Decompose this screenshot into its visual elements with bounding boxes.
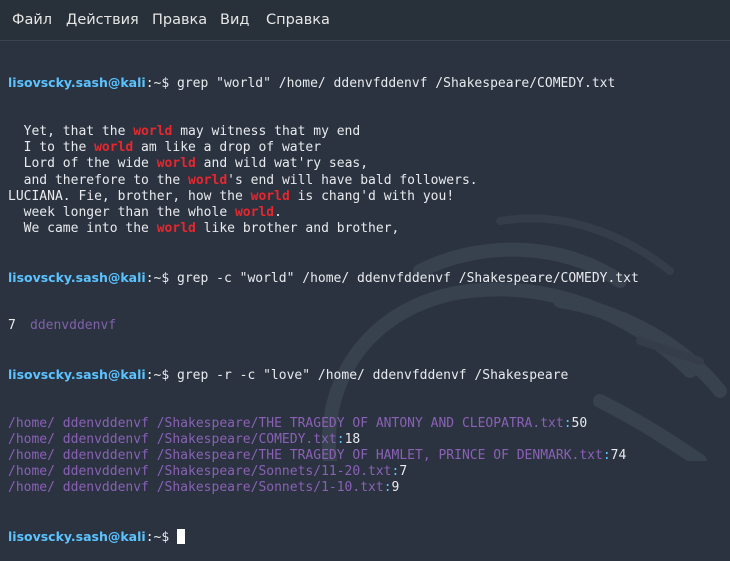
match-highlight: world: [250, 188, 290, 204]
file-count-line: /home/ ddenvddenvf /Shakespeare/Sonnets/…: [8, 464, 724, 480]
grep-output-line: LUCIANA. Fie, brother, how the world is …: [8, 189, 724, 205]
menu-view[interactable]: Вид: [220, 12, 249, 28]
separator-colon: :: [563, 415, 572, 431]
file-count-line: /home/ ddenvddenvf /Shakespeare/THE TRAG…: [8, 448, 724, 464]
file-path: /home/ ddenvddenvf /Shakespeare/THE TRAG…: [8, 415, 564, 431]
separator-colon: :: [391, 464, 400, 480]
match-highlight: world: [156, 156, 196, 172]
grep-output: Yet, that the world may witness that my …: [8, 124, 724, 237]
file-path: /home/ ddenvddenvf /Shakespeare/Sonnets/…: [8, 464, 392, 480]
line-text-after: and wild wat'ry seas,: [195, 156, 369, 172]
line-text-after: is chang'd with you!: [289, 188, 455, 204]
separator-colon: :: [383, 480, 392, 496]
prompt-user: lisovscky.sash@kali: [8, 366, 146, 382]
menu-bar: Файл Действия Правка Вид Справка: [0, 0, 730, 40]
match-highlight: world: [94, 140, 134, 156]
menu-file[interactable]: Файл: [12, 12, 52, 28]
prompt-symbol: :~$: [145, 529, 170, 545]
line-text-after: may witness that my end: [172, 124, 361, 139]
line-text-before: week longer than the whole: [8, 204, 235, 220]
separator-colon: :: [336, 431, 345, 447]
match-count: 50: [571, 415, 588, 431]
prompt-symbol: :~$: [145, 76, 170, 92]
command-text: grep -r -c "love" /home/ ddenvfddenvf /S…: [177, 367, 569, 383]
grep-output-line: Lord of the wide world and wild wat'ry s…: [8, 156, 724, 172]
match-highlight: world: [188, 172, 228, 188]
match-count: 18: [344, 431, 361, 447]
match-highlight: world: [133, 124, 173, 139]
grep-output-line: and therefore to the world's end will ha…: [8, 173, 724, 189]
match-count: 7: [399, 464, 408, 480]
command-line: lisovscky.sash@kali:~$ grep -r -c "love"…: [8, 367, 724, 383]
line-text-after: .: [274, 204, 282, 220]
file-count-line: /home/ ddenvddenvf /Shakespeare/COMEDY.t…: [8, 432, 724, 448]
grep-output-line: We came into the world like brother and …: [8, 221, 724, 237]
text-cursor: [177, 528, 186, 544]
menu-edit[interactable]: Правка: [152, 12, 207, 28]
command-text: grep "world" /home/ ddenvfddenvf /Shakes…: [177, 76, 616, 92]
command-line-active[interactable]: lisovscky.sash@kali:~$: [8, 528, 724, 545]
line-text-before: Yet, that the: [8, 124, 134, 139]
prompt-user: lisovscky.sash@kali: [8, 75, 146, 91]
line-text-before: I to the: [8, 140, 95, 156]
file-path: /home/ ddenvddenvf /Shakespeare/COMEDY.t…: [8, 431, 337, 447]
command-line: lisovscky.sash@kali:~$ grep -c "world" /…: [8, 270, 724, 286]
grep-output-line: Yet, that the world may witness that my …: [8, 124, 724, 140]
line-text-before: We came into the: [8, 221, 157, 237]
terminal-output[interactable]: lisovscky.sash@kali:~$ grep "world" /hom…: [8, 40, 724, 561]
prompt-user: lisovscky.sash@kali: [8, 528, 146, 544]
file-count-line: /home/ ddenvddenvf /Shakespeare/THE TRAG…: [8, 416, 724, 432]
grep-output-line: I to the world am like a drop of water: [8, 140, 724, 156]
line-text-before: and therefore to the: [8, 172, 189, 188]
line-text-before: Lord of the wide: [8, 156, 157, 172]
line-text-before: LUCIANA. Fie, brother, how the: [8, 188, 251, 204]
command-line: lisovscky.sash@kali:~$ grep "world" /hom…: [8, 75, 724, 91]
menu-actions[interactable]: Действия: [66, 12, 139, 28]
match-highlight: world: [234, 204, 275, 220]
prompt-symbol: :~$: [145, 367, 170, 383]
command-text: grep -c "world" /home/ ddenvfddenvf /Sha…: [177, 270, 639, 286]
ghost-text: ddenvddenvf: [30, 318, 117, 333]
prompt-user: lisovscky.sash@kali: [8, 269, 146, 285]
recursive-output: /home/ ddenvddenvf /Shakespeare/THE TRAG…: [8, 416, 724, 497]
match-count: 9: [391, 480, 400, 496]
line-text-after: like brother and brother,: [195, 221, 400, 237]
file-path: /home/ ddenvddenvf /Shakespeare/Sonnets/…: [8, 480, 384, 496]
match-highlight: world: [156, 221, 196, 237]
line-text-after: 's end will have bald followers.: [227, 172, 478, 188]
line-text-after: am like a drop of water: [133, 140, 322, 156]
menu-help[interactable]: Справка: [266, 12, 330, 28]
prompt-symbol: :~$: [145, 270, 170, 286]
file-count-line: /home/ ddenvddenvf /Shakespeare/Sonnets/…: [8, 480, 724, 496]
grep-output-line: week longer than the whole world.: [8, 205, 724, 221]
